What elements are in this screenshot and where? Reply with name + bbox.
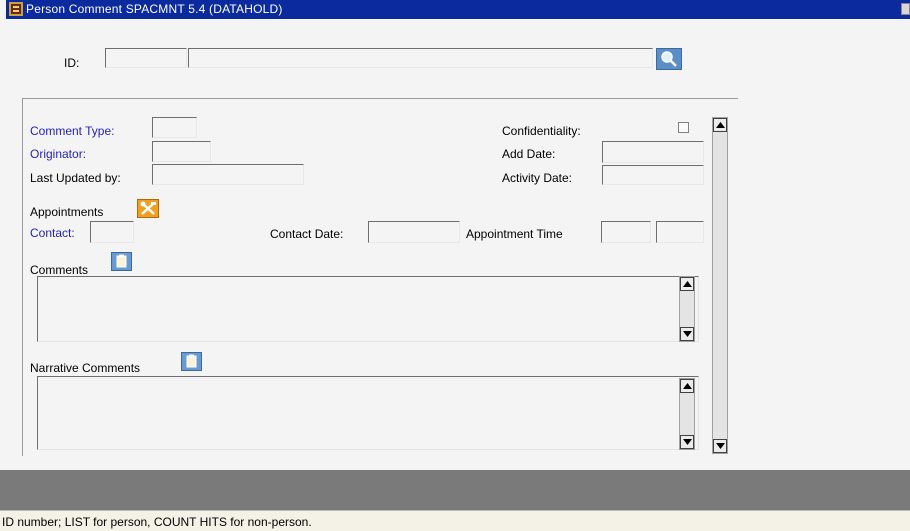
scroll-up-button[interactable] [713,118,727,132]
scroll-down-button[interactable] [680,327,694,341]
window-titlebar: Person Comment SPACMNT 5.4 (DATAHOLD) [6,0,910,19]
arrow-down-icon [683,439,692,445]
contact-date-label: Contact Date: [270,227,344,241]
appointment-hour-field[interactable] [601,221,651,243]
appointment-time-label: Appointment Time [466,227,563,241]
arrow-down-icon [716,443,725,449]
status-bar: ID number; LIST for person, COUNT HITS f… [0,510,910,531]
contact-label: Contact: [30,226,75,240]
activity-date-field[interactable] [602,165,704,185]
arrow-up-icon [716,122,725,128]
originator-field[interactable] [152,141,211,162]
clipboard-icon [116,254,127,268]
add-date-label: Add Date: [502,147,556,161]
toolbar-area [0,470,910,510]
narrative-textarea[interactable] [37,376,699,450]
scroll-down-button[interactable] [680,435,694,449]
comment-type-field[interactable] [152,117,197,138]
last-updated-label: Last Updated by: [30,171,121,185]
arrow-up-icon [683,383,692,389]
tools-icon [140,201,156,215]
comment-type-label: Comment Type: [30,124,115,138]
originator-label: Originator: [30,147,87,161]
confidentiality-label: Confidentiality: [502,124,581,138]
comments-editor-button[interactable] [111,252,132,271]
comments-label: Comments [30,263,89,277]
arrow-up-icon [683,281,692,287]
clipboard-icon [186,354,197,368]
confidentiality-checkbox[interactable] [678,122,689,133]
search-icon [661,51,677,67]
window-control-button[interactable] [901,3,910,15]
contact-field[interactable] [90,221,134,243]
panel-scrollbar[interactable] [712,117,728,454]
narrative-scrollbar[interactable] [679,378,695,450]
id-label: ID: [64,56,80,70]
narrative-comments-label: Narrative Comments [30,361,141,375]
search-button[interactable] [656,48,682,70]
arrow-down-icon [683,331,692,337]
appointments-label: Appointments [30,205,104,219]
contact-date-field[interactable] [368,221,460,243]
id-input[interactable] [105,48,187,68]
scroll-up-button[interactable] [680,277,694,291]
appointments-button[interactable] [137,199,159,218]
activity-date-label: Activity Date: [502,171,573,185]
scroll-up-button[interactable] [680,379,694,393]
comments-textarea[interactable] [37,276,699,342]
status-hint: ID number; LIST for person, COUNT HITS f… [2,515,312,529]
last-updated-field [152,164,304,185]
comments-scrollbar[interactable] [679,276,695,342]
narrative-editor-button[interactable] [181,352,202,371]
scroll-down-button[interactable] [713,439,727,453]
form-icon [9,2,23,16]
window-title: Person Comment SPACMNT 5.4 (DATAHOLD) [26,2,283,16]
name-display-field [188,48,653,68]
add-date-field[interactable] [602,141,704,163]
appointment-minute-field[interactable] [656,221,704,243]
